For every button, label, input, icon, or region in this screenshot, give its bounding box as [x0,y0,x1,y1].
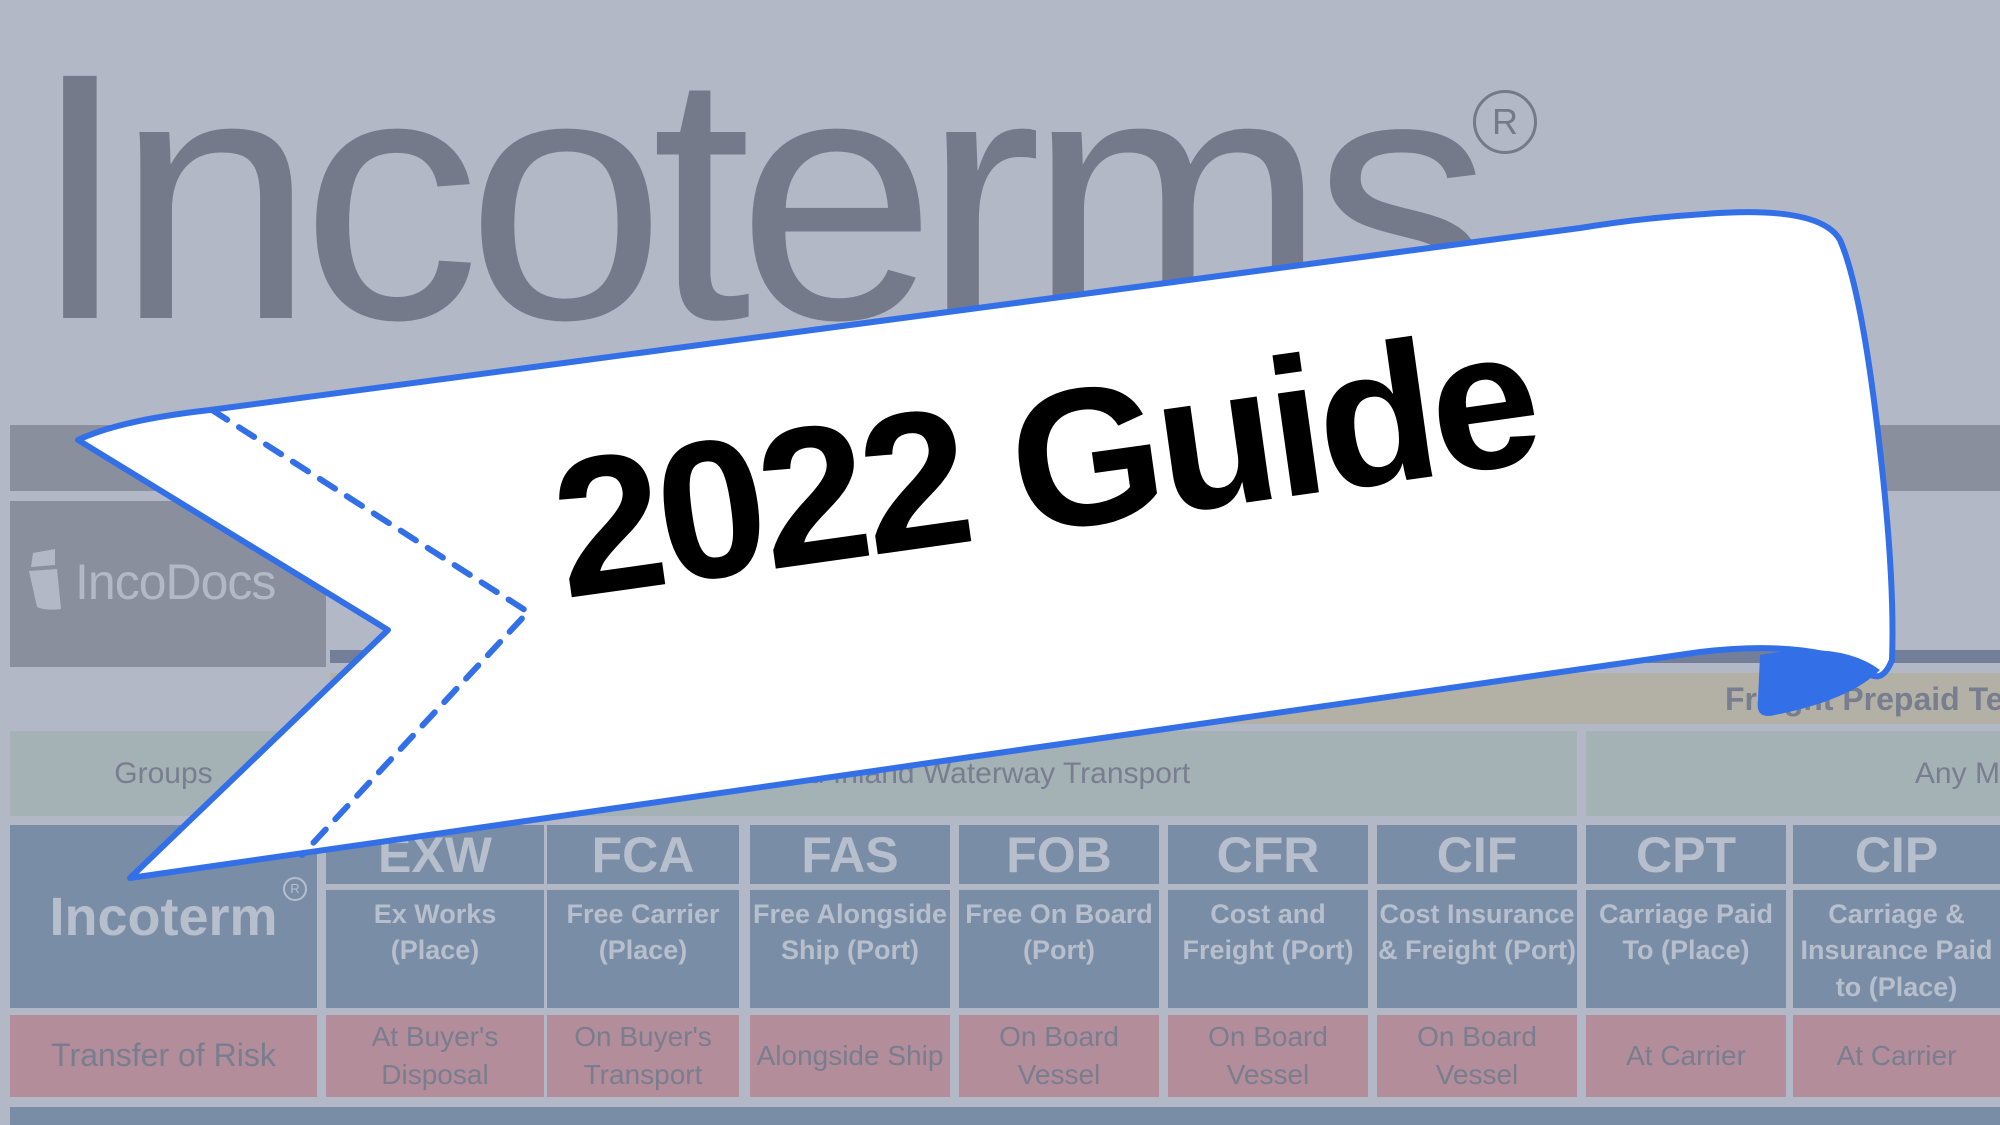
ribbon-curl [1757,650,1880,716]
